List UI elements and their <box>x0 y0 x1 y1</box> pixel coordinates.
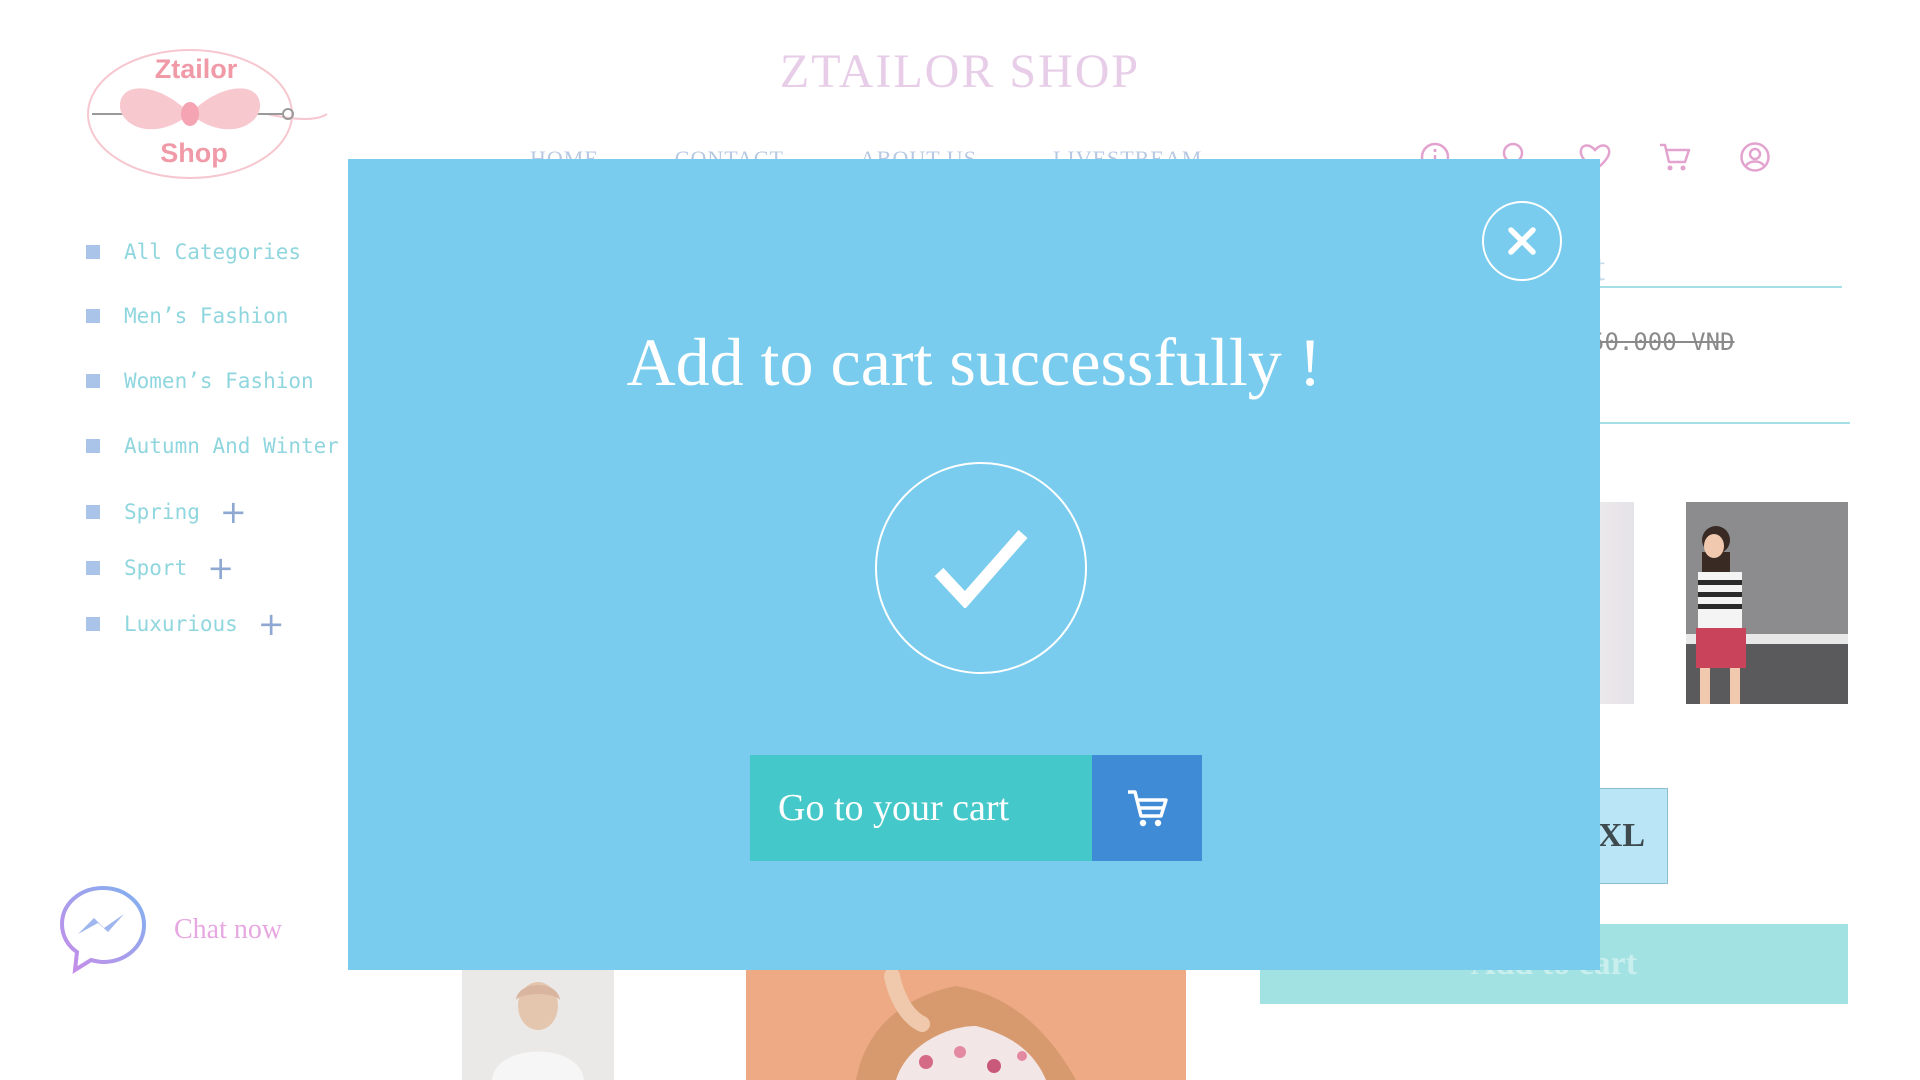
expand-plus-icon[interactable]: + <box>220 496 247 528</box>
add-to-cart-success-modal: Add to cart successfully ! Go to your ca… <box>348 159 1600 970</box>
close-button[interactable] <box>1482 201 1562 281</box>
product-photo <box>746 966 1186 1080</box>
category-label: All Categories <box>124 240 302 264</box>
chat-now[interactable]: Chat now <box>58 884 282 976</box>
close-icon <box>1508 227 1536 255</box>
category-spring[interactable]: Spring + <box>86 496 247 528</box>
product-image[interactable] <box>746 966 1186 1080</box>
bullet-square-icon <box>86 374 100 388</box>
bullet-square-icon <box>86 505 100 519</box>
go-to-cart-button[interactable]: Go to your cart <box>750 755 1202 861</box>
category-all[interactable]: All Categories <box>86 240 301 264</box>
category-label: Women’s Fashion <box>124 369 314 393</box>
category-sport[interactable]: Sport + <box>86 552 234 584</box>
chat-now-label: Chat now <box>174 914 283 945</box>
old-price: 50.000 VND <box>1590 328 1735 356</box>
product-image[interactable] <box>462 966 614 1080</box>
category-label: Spring <box>124 500 200 524</box>
bullet-square-icon <box>86 245 100 259</box>
expand-plus-icon[interactable]: + <box>207 552 234 584</box>
go-to-cart-icon-box <box>1092 755 1202 861</box>
messenger-icon <box>59 885 147 974</box>
divider <box>1580 422 1850 424</box>
go-to-cart-label: Go to your cart <box>750 755 1092 861</box>
shop-title: ZTAILOR SHOP <box>779 45 1141 98</box>
bullet-square-icon <box>86 617 100 631</box>
svg-text:Shop: Shop <box>160 138 228 168</box>
product-thumbnail[interactable] <box>1686 502 1848 704</box>
category-label: Men’s Fashion <box>124 304 289 328</box>
product-photo <box>1686 502 1848 704</box>
product-photo <box>462 966 614 1080</box>
cart-icon[interactable] <box>1658 140 1692 174</box>
divider <box>1580 286 1842 288</box>
modal-title: Add to cart successfully ! <box>626 324 1322 400</box>
account-icon[interactable] <box>1738 140 1772 174</box>
category-label: Sport <box>124 556 188 580</box>
expand-plus-icon[interactable]: + <box>258 608 285 640</box>
category-label: Autumn And Winter <box>124 434 339 458</box>
cart-icon <box>1128 790 1168 827</box>
success-check <box>875 462 1087 674</box>
bullet-square-icon <box>86 439 100 453</box>
bullet-square-icon <box>86 561 100 575</box>
category-luxurious[interactable]: Luxurious + <box>86 608 285 640</box>
checkmark-icon <box>934 530 1028 608</box>
category-label: Luxurious <box>124 612 238 636</box>
bullet-square-icon <box>86 309 100 323</box>
category-autumn-winter[interactable]: Autumn And Winter <box>86 434 339 458</box>
category-womens-fashion[interactable]: Women’s Fashion <box>86 369 314 393</box>
category-mens-fashion[interactable]: Men’s Fashion <box>86 304 288 328</box>
